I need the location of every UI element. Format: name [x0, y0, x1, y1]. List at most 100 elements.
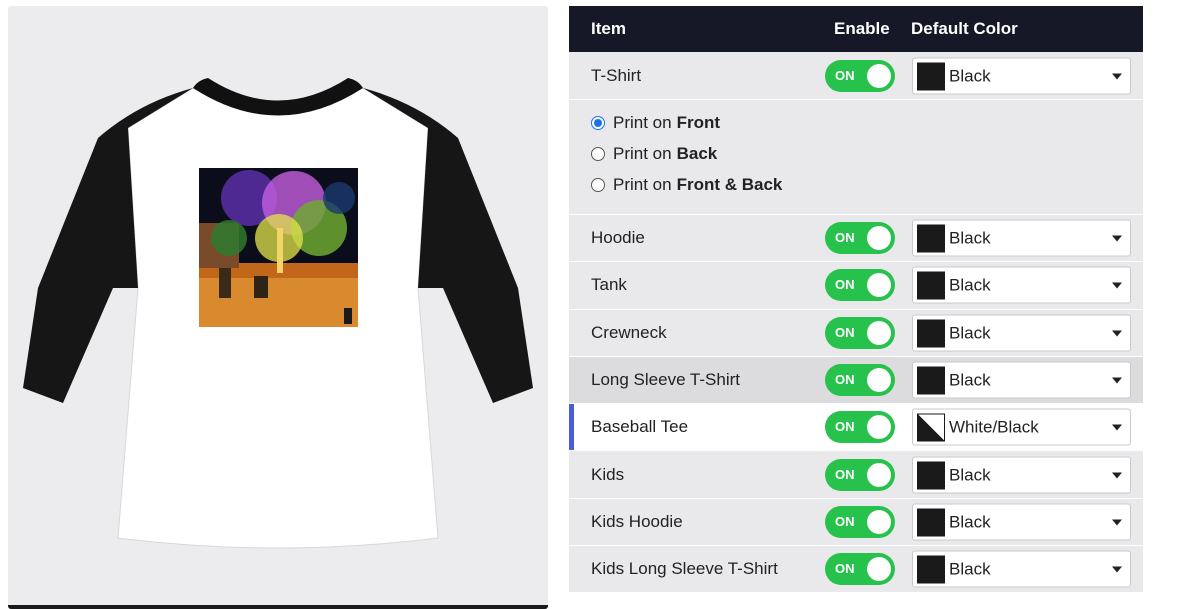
print-options: Print on Front Print on Back Print on Fr… [569, 99, 1143, 215]
chevron-down-icon [1112, 377, 1122, 384]
row-label: Baseball Tee [591, 417, 689, 437]
radio-label-prefix: Print on [613, 175, 672, 194]
radio-label-prefix: Print on [613, 144, 672, 163]
color-swatch [917, 555, 945, 584]
color-swatch [917, 413, 945, 442]
default-color-select[interactable]: Black [912, 550, 1131, 588]
toggle-state: ON [835, 419, 855, 435]
row-label: Kids Long Sleeve T-Shirt [591, 559, 778, 579]
enable-toggle[interactable]: ON [825, 222, 895, 255]
toggle-state: ON [835, 324, 855, 340]
product-preview-panel [8, 6, 548, 609]
chevron-down-icon [1112, 235, 1122, 242]
radio-print-back[interactable]: Print on Back [591, 144, 717, 164]
color-swatch [917, 508, 945, 537]
toggle-knob [867, 63, 891, 88]
enable-toggle[interactable]: ON [825, 411, 895, 444]
chevron-down-icon [1112, 424, 1122, 431]
radio-button[interactable] [591, 116, 605, 130]
color-swatch [917, 224, 945, 253]
artwork-print [199, 168, 358, 327]
table-row-long-sleeve-tshirt: Long Sleeve T-Shirt ON Black [569, 356, 1143, 405]
toggle-state: ON [835, 466, 855, 482]
enable-toggle[interactable]: ON [825, 316, 895, 349]
table-row-tshirt: T-Shirt ON Black [569, 52, 1143, 99]
row-label: Hoodie [591, 228, 645, 248]
table-row-kids-long-sleeve-tshirt: Kids Long Sleeve T-Shirt ON Black [569, 546, 1143, 594]
default-color-select[interactable]: Black [912, 503, 1131, 541]
enable-toggle[interactable]: ON [825, 269, 895, 302]
color-swatch [917, 461, 945, 490]
row-label: T-Shirt [591, 65, 642, 85]
toggle-state: ON [835, 513, 855, 529]
radio-button[interactable] [591, 147, 605, 161]
toggle-state: ON [835, 372, 855, 388]
preview-bottom-bar [8, 605, 548, 609]
default-color-select[interactable]: Black [912, 57, 1131, 94]
toggle-knob [867, 557, 891, 582]
default-color-select[interactable]: Black [912, 456, 1131, 494]
radio-print-front-back[interactable]: Print on Front & Back [591, 175, 782, 195]
radio-label-emphasis: Front & Back [676, 175, 783, 194]
row-label: Crewneck [591, 322, 667, 342]
table-row-kids-hoodie: Kids Hoodie ON Black [569, 498, 1143, 547]
default-color-select[interactable]: White/Black [912, 408, 1131, 446]
row-label: Kids [591, 464, 625, 484]
header-enable: Enable [834, 19, 890, 38]
selected-color: White/Black [949, 417, 1039, 437]
table-row-kids: Kids ON Black [569, 451, 1143, 499]
selected-color: Black [949, 559, 991, 579]
radio-label-emphasis: Back [676, 144, 718, 163]
toggle-knob [867, 415, 891, 440]
color-swatch [917, 271, 945, 300]
enable-toggle[interactable]: ON [825, 458, 895, 491]
toggle-knob [867, 462, 891, 487]
table-row-crewneck: Crewneck ON Black [569, 309, 1143, 357]
chevron-down-icon [1112, 73, 1122, 79]
enable-toggle[interactable]: ON [825, 505, 895, 538]
radio-print-front[interactable]: Print on Front [591, 113, 720, 133]
default-color-select[interactable]: Black [912, 219, 1131, 257]
row-label: Long Sleeve T-Shirt [591, 370, 740, 390]
color-swatch [917, 366, 945, 395]
table-row-baseball-tee: Baseball Tee ON White/Black [569, 404, 1143, 452]
selected-color: Black [949, 275, 991, 295]
toggle-state: ON [835, 561, 855, 577]
default-color-select[interactable]: Black [912, 361, 1131, 399]
enable-toggle[interactable]: ON [825, 553, 895, 586]
toggle-state: ON [835, 230, 855, 246]
enable-toggle[interactable]: ON [825, 59, 895, 92]
selected-color: Black [949, 66, 991, 85]
header-default-color: Default Color [911, 19, 1018, 38]
table-header: Item Enable Default Color [569, 6, 1143, 52]
chevron-down-icon [1112, 472, 1122, 479]
toggle-state: ON [835, 67, 855, 83]
color-swatch [917, 62, 945, 90]
row-label: Kids Hoodie [591, 511, 683, 531]
chevron-down-icon [1112, 566, 1122, 573]
product-settings-table: Item Enable Default Color T-Shirt ON Bla… [569, 6, 1143, 594]
table-row-hoodie: Hoodie ON Black [569, 215, 1143, 263]
radio-label-emphasis: Front [676, 113, 721, 132]
chevron-down-icon [1112, 519, 1122, 526]
chevron-down-icon [1112, 330, 1122, 337]
toggle-knob [867, 273, 891, 298]
color-swatch [917, 319, 945, 348]
header-item: Item [591, 19, 626, 38]
toggle-state: ON [835, 277, 855, 293]
chevron-down-icon [1112, 282, 1122, 289]
toggle-knob [867, 368, 891, 393]
selected-color: Black [949, 323, 991, 343]
radio-label-prefix: Print on [613, 113, 672, 132]
selected-color: Black [949, 370, 991, 390]
selected-color: Black [949, 512, 991, 532]
table-row-tank: Tank ON Black [569, 262, 1143, 310]
selected-color: Black [949, 228, 991, 248]
radio-button[interactable] [591, 178, 605, 192]
toggle-knob [867, 509, 891, 534]
default-color-select[interactable]: Black [912, 314, 1131, 352]
toggle-knob [867, 320, 891, 345]
enable-toggle[interactable]: ON [825, 364, 895, 397]
toggle-knob [867, 226, 891, 251]
default-color-select[interactable]: Black [912, 266, 1131, 304]
